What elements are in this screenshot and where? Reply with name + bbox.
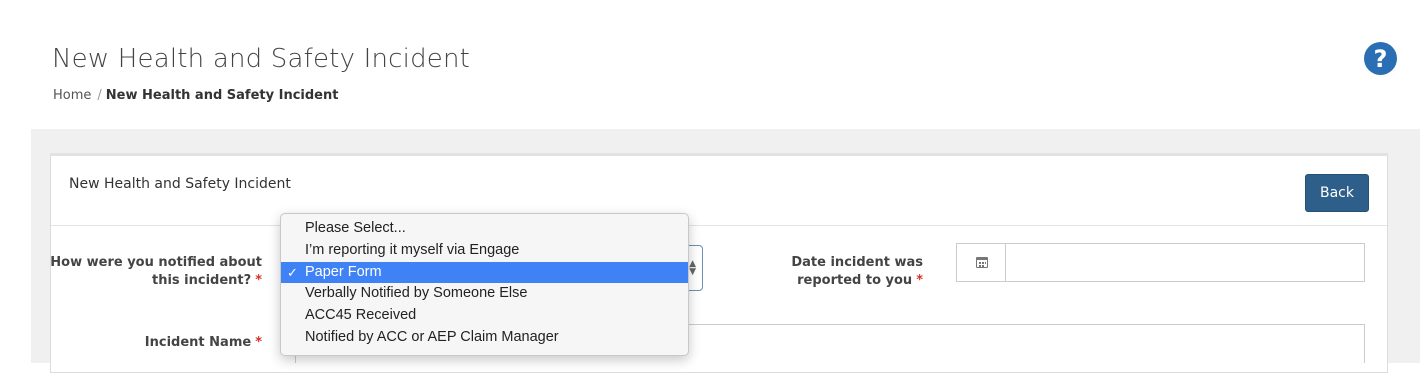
incident-name-label-text: Incident Name <box>144 335 252 350</box>
option-label: Please Select... <box>305 220 406 236</box>
dropdown-option-acc45-received[interactable]: ACC45 Received <box>281 305 688 327</box>
notified-dropdown-menu[interactable]: Please Select... I’m reporting it myself… <box>280 213 689 356</box>
dropdown-option-notified-by-acc[interactable]: Notified by ACC or AEP Claim Manager <box>281 327 688 349</box>
breadcrumb: Home / New Health and Safety Incident <box>53 88 338 103</box>
required-marker: * <box>255 273 262 288</box>
dropdown-option-verbally-notified[interactable]: Verbally Notified by Someone Else <box>281 283 688 305</box>
checkmark-icon: ✓ <box>287 264 298 280</box>
required-marker: * <box>255 335 262 350</box>
option-label: Paper Form <box>305 263 382 280</box>
date-reported-label-text: Date incident was reported to you <box>791 255 923 288</box>
back-button[interactable]: Back <box>1305 174 1369 212</box>
notified-label: How were you notified about this inciden… <box>50 254 262 290</box>
breadcrumb-separator: / <box>97 88 102 103</box>
option-label: ACC45 Received <box>305 307 417 324</box>
date-reported-field[interactable] <box>956 243 1365 282</box>
date-reported-label: Date incident was reported to you * <box>738 254 923 290</box>
calendar-icon <box>976 257 988 268</box>
option-label: I’m reporting it myself via Engage <box>305 241 520 258</box>
dropdown-option-reporting-myself[interactable]: I’m reporting it myself via Engage <box>281 240 688 262</box>
panel-heading: New Health and Safety Incident Back <box>51 156 1387 226</box>
page-title: New Health and Safety Incident <box>52 44 471 74</box>
option-label: Notified by ACC or AEP Claim Manager <box>305 328 559 345</box>
required-marker: * <box>916 273 923 288</box>
option-label: Verbally Notified by Someone Else <box>305 285 528 302</box>
select-arrows-icon: ▲ ▼ <box>689 259 696 277</box>
notified-label-text: How were you notified about this inciden… <box>50 255 262 288</box>
dropdown-option-paper-form[interactable]: ✓ Paper Form <box>281 261 688 284</box>
breadcrumb-home-link[interactable]: Home <box>53 88 91 103</box>
help-question-icon[interactable]: ? <box>1364 42 1397 75</box>
incident-name-label: Incident Name * <box>50 334 262 352</box>
dropdown-option-please-select[interactable]: Please Select... <box>281 218 688 240</box>
date-picker-button[interactable] <box>957 244 1006 281</box>
panel-title: New Health and Safety Incident <box>69 176 291 192</box>
breadcrumb-current: New Health and Safety Incident <box>105 88 339 103</box>
